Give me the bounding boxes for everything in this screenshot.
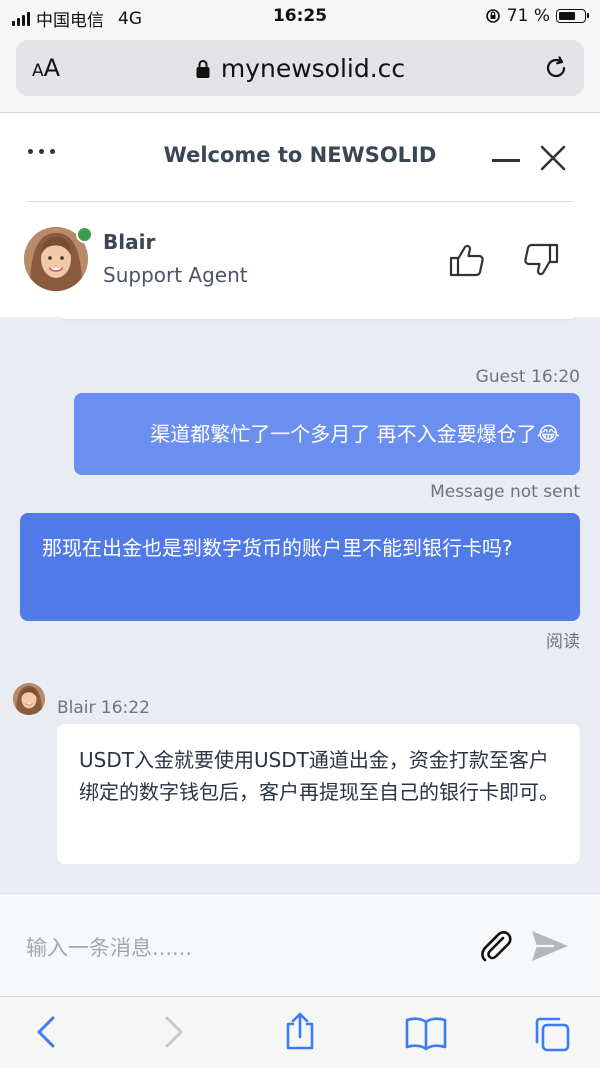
previous-message-card [58,317,578,319]
message-composer: 输入一条消息...... [0,893,600,997]
message-meta: Blair 16:22 [57,698,150,718]
guest-message-bubble[interactable]: 渠道都繁忙了一个多月了 再不入金要爆仓了😂 [74,393,580,475]
agent-name: Blair [103,230,156,254]
tabs-icon[interactable] [532,1015,572,1053]
url-text[interactable]: mynewsolid.cc [221,54,405,83]
lock-icon [196,59,210,78]
chat-header: Welcome to NEWSOLID Blair Support Agent [0,113,600,317]
thumbs-up-icon[interactable] [448,241,486,279]
browser-address-area: AA mynewsolid.cc [0,34,600,113]
agent-avatar-small [13,683,45,715]
browser-toolbar [0,996,600,1068]
reload-icon[interactable] [542,54,570,82]
message-text: USDT入金就要使用USDT通道出金，资金打款至客户绑定的数字钱包后，客户再提现… [79,748,559,804]
battery-percent: 71 % [506,6,550,26]
back-icon[interactable] [34,1015,60,1049]
send-icon[interactable] [530,928,570,964]
message-input[interactable]: 输入一条消息...... [26,932,192,962]
agent-message-bubble[interactable]: USDT入金就要使用USDT通道出金，资金打款至客户绑定的数字钱包后，客户再提现… [57,724,580,864]
message-text: 那现在出金也是到数字货币的账户里不能到银行卡吗? [42,536,513,560]
forward-icon[interactable] [160,1015,186,1049]
guest-message-bubble[interactable]: 那现在出金也是到数字货币的账户里不能到银行卡吗? [20,513,580,621]
orientation-lock-icon [485,9,500,23]
header-divider [26,201,574,202]
paperclip-icon[interactable] [476,926,514,964]
message-status[interactable]: Message not sent [430,482,580,502]
online-status-indicator [76,226,93,243]
bookmarks-icon[interactable] [404,1015,448,1051]
chat-title: Welcome to NEWSOLID [163,143,437,167]
message-text: 渠道都繁忙了一个多月了 再不入金要爆仓了😂 [150,422,560,446]
battery-icon [556,9,589,23]
status-bar: 中国电信 4G 16:25 71 % [0,0,600,34]
minimize-button[interactable] [492,159,520,162]
agent-role: Support Agent [103,263,248,287]
message-meta: Guest 16:20 [475,367,580,387]
thumbs-down-icon[interactable] [522,241,560,279]
share-icon[interactable] [282,1011,318,1051]
close-icon[interactable] [538,143,568,173]
message-status: 阅读 [546,632,580,652]
address-bar[interactable]: AA mynewsolid.cc [16,40,584,96]
chat-messages[interactable]: Guest 16:20 渠道都繁忙了一个多月了 再不入金要爆仓了😂 Messag… [0,317,600,892]
